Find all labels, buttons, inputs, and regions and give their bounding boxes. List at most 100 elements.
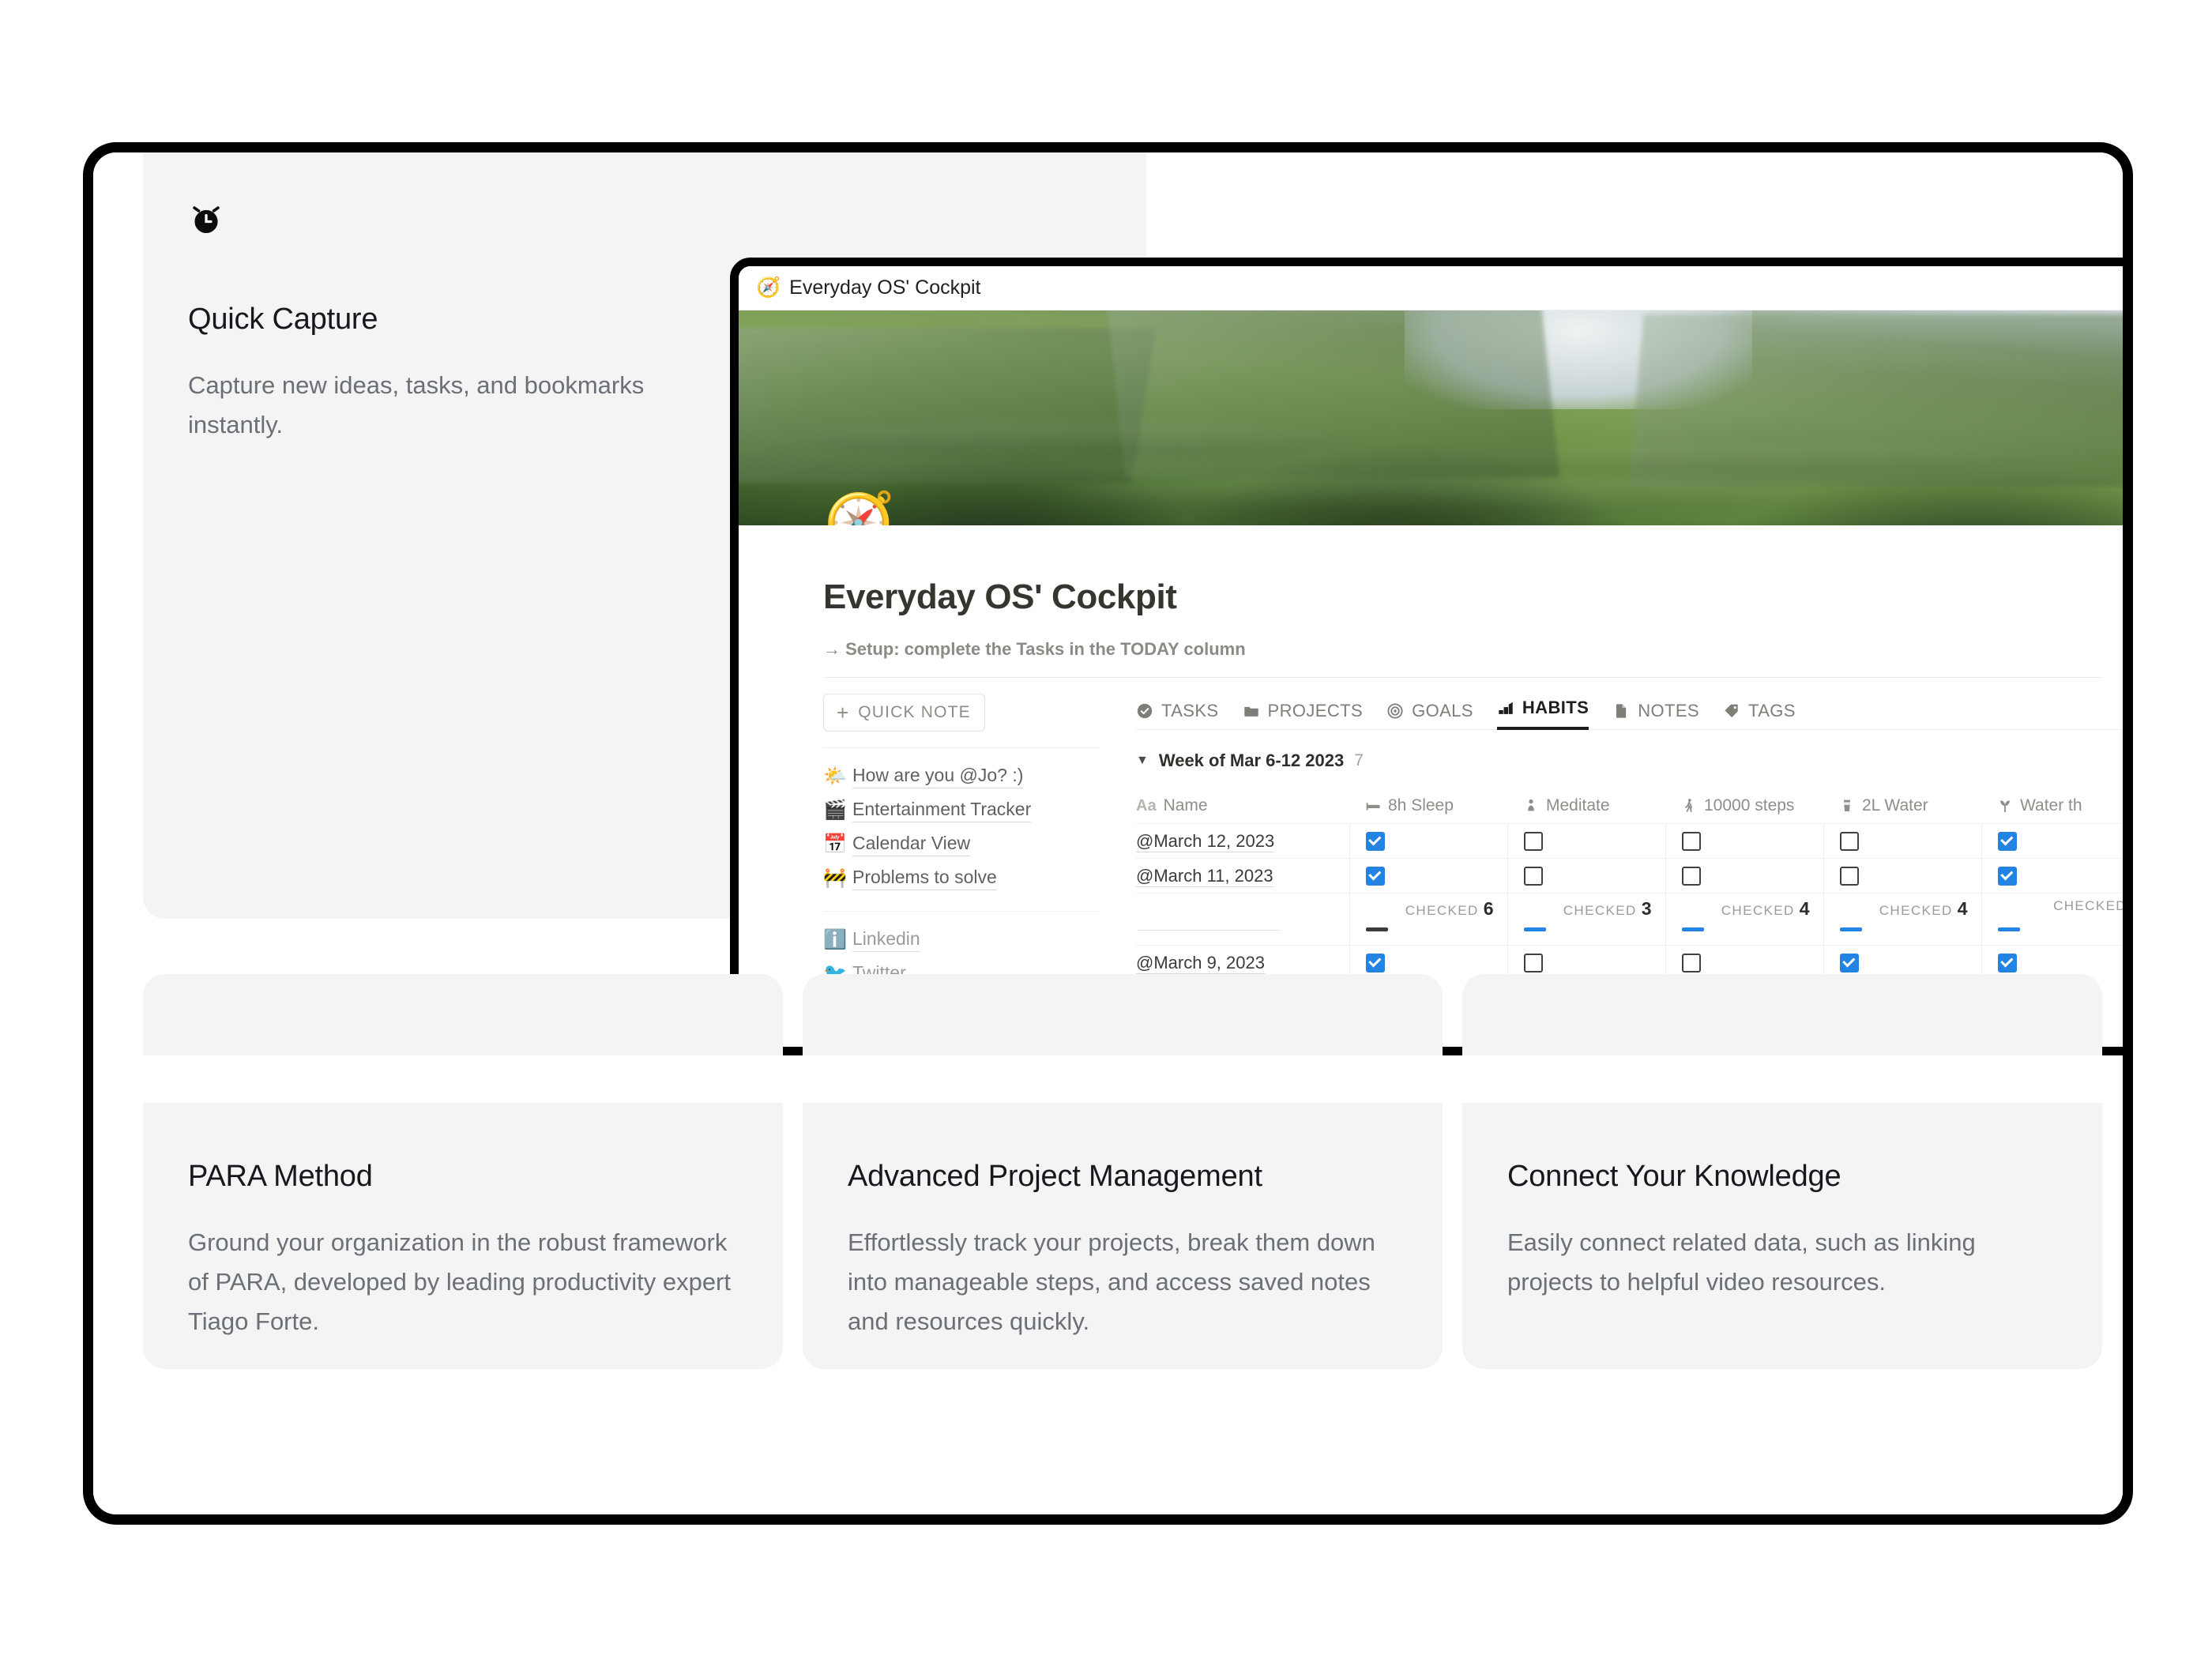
checkbox[interactable]: [1366, 866, 1385, 886]
checkbox[interactable]: [1682, 831, 1701, 851]
feature-description: Capture new ideas, tasks, and bookmarks …: [188, 371, 645, 438]
cell-meditate[interactable]: [1507, 859, 1665, 893]
column-header-name[interactable]: Aa Name: [1136, 796, 1349, 815]
cell-plant[interactable]: [1981, 859, 2123, 893]
tab-label: TAGS: [1747, 701, 1796, 720]
divider: [823, 677, 2102, 678]
tag-icon: [1723, 702, 1740, 720]
app-titlebar: 🧭 Everyday OS' Cockpit Se: [739, 266, 2123, 310]
group-title: Week of Mar 6-12 2023: [1158, 750, 1345, 770]
column-header-sleep[interactable]: 8h Sleep: [1349, 796, 1507, 815]
tab-label: PROJECTS: [1267, 701, 1364, 720]
checkbox[interactable]: [1998, 866, 2017, 886]
checkbox[interactable]: [1840, 953, 1859, 972]
tab-label: GOALS: [1412, 701, 1473, 720]
feature-card-para-method: PARA Method Ground your organization in …: [143, 974, 783, 1369]
embedded-app-window[interactable]: 🧭 Everyday OS' Cockpit Se: [730, 258, 2123, 1055]
page-title: Everyday OS' Cockpit: [823, 577, 1177, 616]
row-name[interactable]: @March 11, 2023: [1136, 865, 1349, 887]
checkbox[interactable]: [1682, 953, 1701, 972]
list-item-label: Problems to solve: [852, 867, 997, 890]
tab-habits[interactable]: HABITS: [1496, 698, 1589, 730]
chevron-down-icon[interactable]: ▼: [1136, 754, 1149, 768]
checkbox[interactable]: [1840, 831, 1859, 851]
row-name[interactable]: @March 9, 2023: [1136, 952, 1349, 974]
cell-plant[interactable]: [1981, 824, 2123, 858]
cell-water[interactable]: [1823, 859, 1981, 893]
summary-steps[interactable]: CHECKED 4: [1665, 893, 1823, 945]
checkbox[interactable]: [1524, 831, 1543, 851]
ridge-shape: [796, 422, 1347, 457]
folder-icon: [1243, 702, 1260, 720]
app-viewport: 🧭 Everyday OS' Cockpit Se: [739, 266, 2123, 1047]
tab-bar: TASKS PROJECTS GOALS HABITS NOTES TAGS: [1136, 694, 2123, 730]
column-header-water[interactable]: 2L Water: [1823, 796, 1981, 815]
bar-chart-icon: [1497, 699, 1514, 717]
cell-sleep[interactable]: [1349, 824, 1507, 858]
column-header-label: 8h Sleep: [1388, 796, 1454, 814]
cell-sleep[interactable]: [1349, 859, 1507, 893]
document-icon: [1612, 702, 1630, 720]
column-header-steps[interactable]: 10000 steps: [1665, 796, 1823, 815]
plus-icon: +: [837, 701, 849, 724]
checkbox[interactable]: [1998, 831, 2017, 851]
cell-meditate[interactable]: [1507, 824, 1665, 858]
checkbox[interactable]: [1524, 953, 1543, 972]
tab-tags[interactable]: TAGS: [1723, 701, 1796, 730]
quick-note-button[interactable]: + QUICK NOTE: [823, 694, 985, 732]
checkbox[interactable]: [1998, 953, 2017, 972]
tab-label: HABITS: [1522, 698, 1589, 717]
list-item[interactable]: 🌤️ How are you @Jo? :): [823, 759, 1100, 793]
list-item[interactable]: 🎬 Entertainment Tracker: [823, 793, 1100, 827]
checkbox[interactable]: [1524, 866, 1543, 886]
table-row[interactable]: @March 11, 2023: [1136, 858, 2123, 893]
summary-plant[interactable]: CHECKED: [1981, 893, 2123, 945]
column-header-plant[interactable]: Water th: [1981, 796, 2123, 815]
feature-description: Easily connect related data, such as lin…: [1507, 1228, 1976, 1296]
checkbox[interactable]: [1840, 866, 1859, 886]
plant-icon: [1997, 798, 2013, 814]
checkbox[interactable]: [1682, 866, 1701, 886]
table-row[interactable]: @March 12, 2023: [1136, 823, 2123, 858]
tab-projects[interactable]: PROJECTS: [1243, 701, 1364, 730]
ridge-shape: [1433, 443, 2071, 474]
summary-water[interactable]: CHECKED 4: [1823, 893, 1981, 945]
summary-sleep[interactable]: CHECKED 6: [1349, 893, 1507, 945]
cell-steps[interactable]: [1665, 824, 1823, 858]
construction-icon: 🚧: [823, 867, 847, 889]
device-screen: Quick Capture Capture new ideas, tasks, …: [93, 152, 2123, 1514]
alarm-clock-icon: [188, 201, 224, 238]
cell-steps[interactable]: [1665, 859, 1823, 893]
list-item-label: Calendar View: [852, 833, 971, 856]
summary-name-cell: [1136, 893, 1349, 945]
content-clip-mask: [93, 1055, 2123, 1103]
list-item[interactable]: 🚧 Problems to solve: [823, 861, 1100, 895]
column-header-meditate[interactable]: Meditate: [1507, 796, 1665, 815]
row-name[interactable]: @March 12, 2023: [1136, 830, 1349, 852]
tab-goals[interactable]: GOALS: [1386, 701, 1473, 730]
glass-icon: [1839, 798, 1855, 814]
tab-label: NOTES: [1638, 701, 1699, 720]
tab-tasks[interactable]: TASKS: [1136, 701, 1219, 730]
cell-water[interactable]: [1823, 824, 1981, 858]
list-item-label: How are you @Jo? :): [852, 765, 1024, 788]
table-group-header[interactable]: ▼ Week of Mar 6-12 2023 7: [1136, 750, 2123, 771]
ridge-shape: [1057, 478, 1811, 517]
list-item[interactable]: 📅 Calendar View: [823, 827, 1100, 861]
feature-title: Advanced Project Management: [848, 1160, 1262, 1193]
content-columns: + QUICK NOTE 🌤️ How are you @Jo? :) 🎬 En…: [739, 694, 2123, 991]
page-subtitle: → Setup: complete the Tasks in the TODAY…: [823, 639, 1246, 659]
page-cover-image: 🧭: [739, 310, 2123, 525]
walking-icon: [1681, 798, 1697, 814]
info-icon: ℹ️: [823, 928, 847, 950]
checkbox[interactable]: [1366, 831, 1385, 851]
tab-notes[interactable]: NOTES: [1612, 701, 1699, 730]
person-meditate-icon: [1523, 798, 1539, 814]
group-count: 7: [1354, 751, 1364, 769]
list-item[interactable]: ℹ️ Linkedin: [823, 923, 1100, 957]
summary-meditate[interactable]: CHECKED 3: [1507, 893, 1665, 945]
left-column: + QUICK NOTE 🌤️ How are you @Jo? :) 🎬 En…: [823, 694, 1100, 991]
feature-card-connect-your-knowledge: Connect Your Knowledge Easily connect re…: [1462, 974, 2102, 1369]
checkbox[interactable]: [1366, 953, 1385, 972]
page-compass-icon[interactable]: 🧭: [824, 492, 895, 525]
